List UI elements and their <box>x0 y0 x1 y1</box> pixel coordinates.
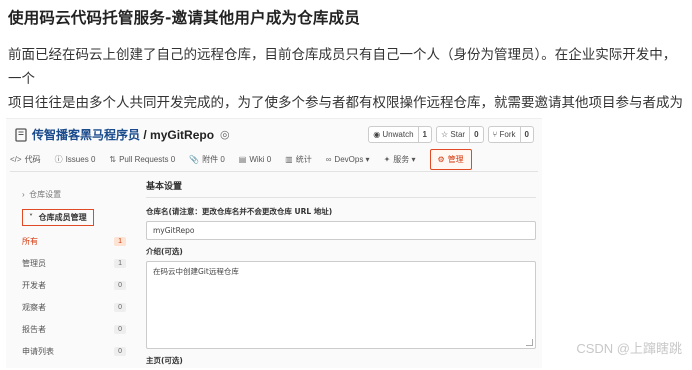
tab-count: 0 <box>170 154 176 164</box>
count-badge: 1 <box>114 236 126 246</box>
sidebar-item-all[interactable]: 所有 1 <box>16 230 132 252</box>
tab-wiki[interactable]: ▤ Wiki 0 <box>239 155 271 164</box>
tab-label: Issues <box>65 154 89 164</box>
sidebar-item-label: 观察者 <box>22 302 46 312</box>
star-button[interactable]: ☆ Star 0 <box>435 126 484 143</box>
count-badge: 0 <box>114 302 126 312</box>
repo-header: 传智播客黑马程序员 / myGitRepo ◎ <box>14 126 230 143</box>
sidebar-item-observers[interactable]: 观察者 0 <box>16 296 132 318</box>
public-repo-icon: ◎ <box>220 128 230 141</box>
intro-textarea[interactable]: 在码云中创建Git远程仓库 <box>146 261 536 349</box>
star-icon: ☆ <box>440 130 451 139</box>
unwatch-label: Unwatch <box>382 130 414 139</box>
tab-label: DevOps ▾ <box>334 154 370 164</box>
repo-tabs: </> 代码 ⓘ Issues 0 ⇅ Pull Requests 0 📎 附件 0 ▤… <box>10 147 538 172</box>
fork-count: 0 <box>524 130 529 139</box>
sidebar-item-applications[interactable]: 申请列表 0 <box>16 340 132 362</box>
tab-code[interactable]: </> 代码 <box>10 154 41 165</box>
tab-stats[interactable]: ▥ 统计 <box>285 154 312 165</box>
repo-name-label: 仓库名(请注意：更改仓库名并不会更改仓库 URL 地址) <box>146 207 333 216</box>
fork-label: Fork <box>499 130 516 139</box>
tab-label: 管理 <box>447 154 464 164</box>
tab-label: Wiki <box>249 154 265 164</box>
paragraph-line: 前面已经在码云上创建了自己的远程仓库，目前仓库成员只有自己一个人（身份为管理员）… <box>8 47 677 87</box>
repo-icon <box>15 127 27 142</box>
star-label: Star <box>450 130 466 139</box>
sidebar-group-members[interactable]: ˅ 仓库成员管理 <box>22 209 94 226</box>
devops-icon: ∞ <box>325 154 332 164</box>
tab-count: 0 <box>220 154 225 164</box>
intro-label: 介绍(可选) <box>146 247 183 256</box>
resize-handle-icon[interactable] <box>526 339 533 346</box>
gitee-screenshot: 传智播客黑马程序员 / myGitRepo ◎ ◉ Unwatch 1 ☆ St… <box>6 118 542 368</box>
repo-title[interactable]: 传智播客黑马程序员 / myGitRepo <box>32 126 214 143</box>
count-badge: 0 <box>114 280 126 290</box>
section-title: 基本设置 <box>146 179 536 198</box>
chevron-down-icon: ˅ <box>29 213 39 222</box>
tab-count: 0 <box>90 154 96 164</box>
homepage-label: 主页(可选) <box>146 356 183 365</box>
sidebar-item-label: 报告者 <box>22 324 46 334</box>
unwatch-button[interactable]: ◉ Unwatch 1 <box>368 126 432 143</box>
tab-issues[interactable]: ⓘ Issues 0 <box>55 154 96 165</box>
tab-devops[interactable]: ∞ DevOps ▾ <box>326 155 370 164</box>
tab-pull-requests[interactable]: ⇅ Pull Requests 0 <box>109 155 175 164</box>
tab-count: 0 <box>266 154 272 164</box>
repo-separator: / <box>140 128 151 142</box>
code-icon: </> <box>10 154 22 164</box>
star-count: 0 <box>474 130 479 139</box>
issue-icon: ⓘ <box>54 154 63 164</box>
tab-label: 附件 <box>202 154 219 164</box>
repo-counters: ◉ Unwatch 1 ☆ Star 0 ⑂ Fork 0 <box>368 126 534 143</box>
tab-label: Pull Requests <box>119 154 169 164</box>
intro-text: 在码云中创建Git远程仓库 <box>153 267 239 276</box>
repo-owner-link[interactable]: 传智播客黑马程序员 <box>32 128 140 142</box>
unwatch-count: 1 <box>422 130 427 139</box>
tab-services[interactable]: ✦ 服务 ▾ <box>384 154 416 165</box>
basic-settings-form: 基本设置 仓库名(请注意：更改仓库名并不会更改仓库 URL 地址) myGitR… <box>146 179 536 370</box>
sidebar-item-reporters[interactable]: 报告者 0 <box>16 318 132 340</box>
sidebar-group-repo-settings[interactable]: › 仓库设置 <box>16 183 132 205</box>
sidebar-item-label: 申请列表 <box>22 346 54 356</box>
fork-icon: ⑂ <box>492 130 500 139</box>
tab-attachments[interactable]: 📎 附件 0 <box>189 154 225 165</box>
pull-request-icon: ⇅ <box>109 154 117 164</box>
repo-name-input[interactable]: myGitRepo <box>146 221 536 240</box>
tab-label: 统计 <box>295 154 312 164</box>
watermark: CSDN @上蹿瞎跳 <box>576 341 682 356</box>
wiki-icon: ▤ <box>238 154 247 164</box>
sidebar-item-label: 管理员 <box>22 258 46 268</box>
tab-manage[interactable]: ⚙ 管理 <box>429 148 472 170</box>
sidebar-item-label: 开发者 <box>22 280 46 290</box>
fork-button[interactable]: ⑂ Fork 0 <box>487 126 534 143</box>
chevron-right-icon: › <box>22 189 30 199</box>
services-icon: ✦ <box>383 154 391 164</box>
settings-sidebar: › 仓库设置 ˅ 仓库成员管理 所有 1 管理员 1 开发者 0 观察者 0 报告者 0 … <box>16 183 132 362</box>
count-badge: 0 <box>114 346 126 356</box>
sidebar-group-label: 仓库设置 <box>29 189 62 199</box>
paperclip-icon: 📎 <box>189 154 200 164</box>
settings-icon: ⚙ <box>437 154 445 164</box>
sidebar-item-developers[interactable]: 开发者 0 <box>16 274 132 296</box>
tab-label: 代码 <box>24 154 41 164</box>
count-badge: 0 <box>114 324 126 334</box>
tab-label: 服务 ▾ <box>393 154 416 164</box>
article-heading: 使用码云代码托管服务-邀请其他用户成为仓库成员 <box>8 9 361 27</box>
sidebar-item-label: 所有 <box>22 236 38 246</box>
sidebar-item-admins[interactable]: 管理员 1 <box>16 252 132 274</box>
count-badge: 1 <box>114 258 126 268</box>
repo-name-link[interactable]: myGitRepo <box>150 128 214 142</box>
sidebar-group-label: 仓库成员管理 <box>38 213 87 222</box>
chart-icon: ▥ <box>285 154 293 164</box>
